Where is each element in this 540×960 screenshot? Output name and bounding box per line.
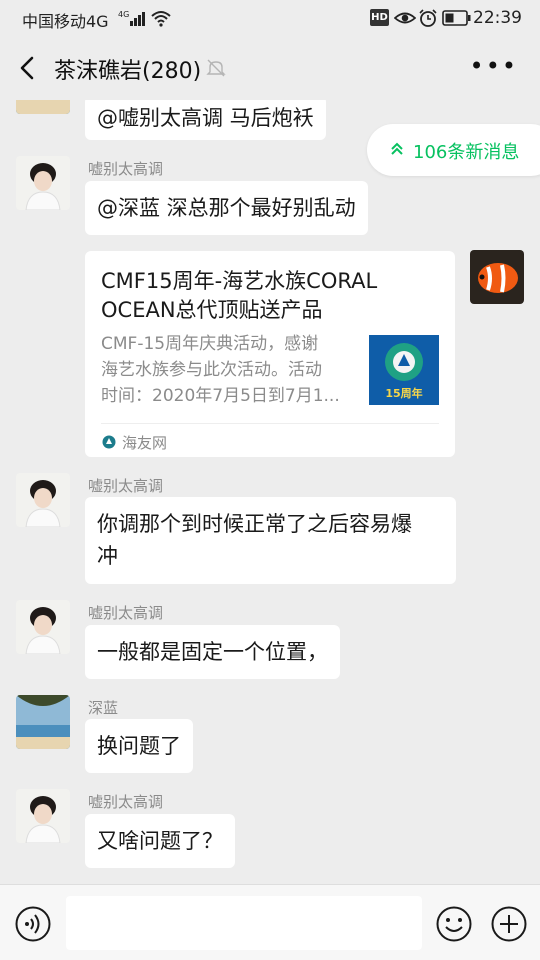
shared-link-card[interactable]: CMF15周年-海艺水族CORAL OCEAN总代顶贴送产品 CMF-15周年庆… bbox=[85, 251, 455, 457]
card-description-line: 海艺水族参与此次活动。活动 bbox=[101, 360, 322, 380]
emoji-icon[interactable] bbox=[435, 905, 473, 943]
hd-badge: HD bbox=[370, 9, 389, 26]
card-thumbnail-text: 15周年 bbox=[385, 386, 422, 400]
card-description-line: CMF-15周年庆典活动，感谢 bbox=[101, 334, 319, 354]
sender-name: 嘘别太高调 bbox=[88, 604, 164, 622]
card-title-line: CMF15周年-海艺水族CORAL bbox=[101, 269, 378, 293]
message-text: 换问题了 bbox=[97, 734, 181, 758]
message-text: 冲 bbox=[97, 544, 118, 568]
input-bar bbox=[0, 884, 540, 960]
new-messages-label: 106条新消息 bbox=[413, 142, 520, 163]
message-list[interactable]: @嘘别太高调 马后炮袄 嘘别太高调 @深蓝 深总那个最好别乱动 106条新消息 bbox=[0, 100, 540, 884]
card-title-line: OCEAN总代顶贴送产品 bbox=[101, 298, 323, 322]
sender-name: 嘘别太高调 bbox=[88, 160, 164, 178]
message-bubble[interactable]: @嘘别太高调 马后炮袄 bbox=[85, 100, 326, 140]
sender-name: 嘘别太高调 bbox=[88, 477, 164, 495]
message-text: 一般都是固定一个位置， bbox=[97, 640, 328, 664]
avatar[interactable] bbox=[16, 156, 70, 210]
message-text: 又啥问题了？ bbox=[97, 829, 223, 853]
carrier-label: 中国移动4G bbox=[22, 12, 109, 31]
clock: 22:39 bbox=[473, 8, 522, 28]
avatar[interactable] bbox=[16, 600, 70, 654]
message-bubble[interactable]: 一般都是固定一个位置， bbox=[85, 625, 340, 679]
signal-icon: 4G bbox=[118, 10, 145, 26]
battery-icon bbox=[442, 10, 471, 26]
status-bar: 中国移动4G 4G HD 22:39 bbox=[0, 0, 540, 36]
more-options-icon[interactable]: ••• bbox=[470, 52, 518, 80]
avatar[interactable] bbox=[470, 250, 524, 304]
message-bubble[interactable]: @深蓝 深总那个最好别乱动 bbox=[85, 181, 368, 235]
message-input[interactable] bbox=[66, 896, 422, 950]
message-text: 你调那个到时候正常了之后容易爆 bbox=[97, 512, 412, 536]
plus-icon[interactable] bbox=[490, 905, 528, 943]
source-logo-icon bbox=[102, 435, 116, 449]
eye-icon bbox=[394, 12, 416, 24]
new-messages-pill[interactable]: 106条新消息 bbox=[367, 124, 540, 176]
svg-text:4G: 4G bbox=[118, 10, 129, 19]
sender-name: 嘘别太高调 bbox=[88, 793, 164, 811]
card-thumbnail: 15周年 bbox=[369, 335, 439, 405]
wifi-icon bbox=[151, 11, 171, 27]
mute-bell-icon bbox=[206, 59, 226, 77]
message-text: @嘘别太高调 马后炮袄 bbox=[97, 106, 314, 130]
card-title: CMF15周年-海艺水族CORAL OCEAN总代顶贴送产品 bbox=[101, 267, 441, 325]
avatar[interactable] bbox=[16, 100, 70, 114]
avatar[interactable] bbox=[16, 473, 70, 527]
chat-header: 茶沫礁岩(280) ••• bbox=[0, 36, 540, 100]
avatar[interactable] bbox=[16, 789, 70, 843]
message-bubble[interactable]: 又啥问题了？ bbox=[85, 814, 235, 868]
message-bubble[interactable]: 换问题了 bbox=[85, 719, 193, 773]
sender-name: 深蓝 bbox=[88, 699, 119, 717]
card-divider bbox=[101, 423, 439, 424]
card-source: 海友网 bbox=[122, 434, 168, 452]
message-text: @深蓝 深总那个最好别乱动 bbox=[97, 196, 356, 220]
chat-title: 茶沫礁岩(280) bbox=[54, 59, 202, 84]
avatar[interactable] bbox=[16, 695, 70, 749]
alarm-icon bbox=[419, 9, 437, 27]
message-bubble[interactable]: 你调那个到时候正常了之后容易爆 冲 bbox=[85, 497, 456, 584]
double-chevron-up-icon bbox=[391, 142, 403, 155]
card-description: CMF-15周年庆典活动，感谢 海艺水族参与此次活动。活动 时间：2020年7月… bbox=[101, 331, 359, 409]
back-arrow-icon[interactable] bbox=[14, 52, 42, 84]
voice-input-icon[interactable] bbox=[14, 905, 52, 943]
card-description-line: 时间：2020年7月5日到7月1... bbox=[101, 386, 340, 406]
